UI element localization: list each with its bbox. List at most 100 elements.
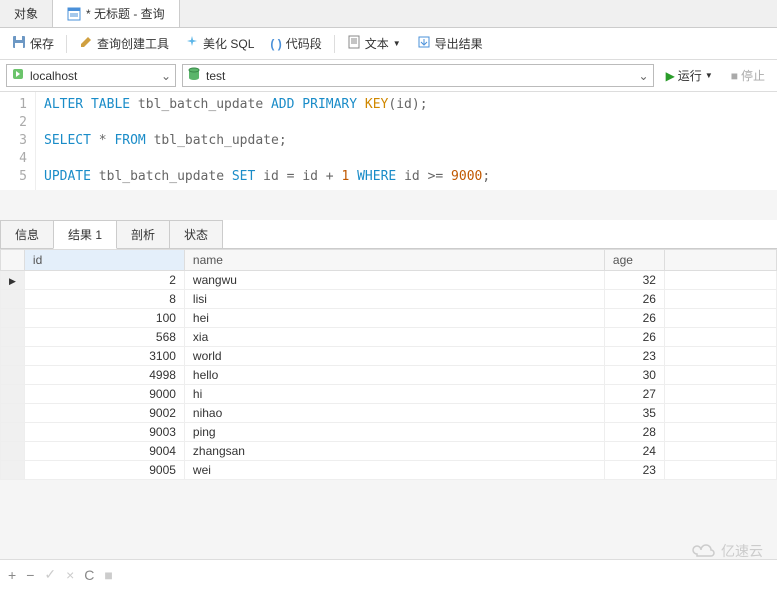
cell-name[interactable]: world [184,347,604,366]
cell-age[interactable]: 27 [604,385,664,404]
add-row-button[interactable]: + [8,567,16,583]
table-row[interactable]: 9000 hi 27 [1,385,777,404]
cell-age[interactable]: 26 [604,328,664,347]
stop-grid-button[interactable]: ■ [104,567,112,583]
cell-age[interactable]: 28 [604,423,664,442]
query-builder-button[interactable]: 查询创建工具 [73,32,175,55]
table-row[interactable]: 9005 wei 23 [1,461,777,480]
cell-id[interactable]: 568 [24,328,184,347]
table-row[interactable]: 2 wangwu 32 [1,271,777,290]
table-row[interactable]: 8 lisi 26 [1,290,777,309]
separator [334,35,335,53]
wrench-icon [79,35,93,52]
cell-age[interactable]: 32 [604,271,664,290]
cell-name[interactable]: wangwu [184,271,604,290]
table-row[interactable]: 9002 nihao 35 [1,404,777,423]
cell-id[interactable]: 9005 [24,461,184,480]
cell-spacer [664,347,776,366]
cell-name[interactable]: zhangsan [184,442,604,461]
cell-id[interactable]: 8 [24,290,184,309]
cell-name[interactable]: lisi [184,290,604,309]
tab-info[interactable]: 信息 [0,220,54,248]
save-button[interactable]: 保存 [6,32,60,55]
document-icon [347,35,361,52]
punct: ; [482,169,490,184]
ident: id [263,169,279,184]
cell-id[interactable]: 9002 [24,404,184,423]
tab-profile[interactable]: 剖析 [116,220,170,248]
cell-age[interactable]: 23 [604,347,664,366]
cell-id[interactable]: 9003 [24,423,184,442]
run-button[interactable]: ▶ 运行 ▼ [660,65,719,86]
cell-spacer [664,328,776,347]
cell-id[interactable]: 100 [24,309,184,328]
cell-age[interactable]: 23 [604,461,664,480]
cell-name[interactable]: hello [184,366,604,385]
ident: (id); [388,97,427,112]
query-builder-label: 查询创建工具 [97,35,169,52]
cell-name[interactable]: nihao [184,404,604,423]
watermark-text: 亿速云 [721,541,763,561]
cell-age[interactable]: 26 [604,290,664,309]
cell-spacer [664,290,776,309]
kw: FROM [114,133,145,148]
cell-id[interactable]: 4998 [24,366,184,385]
tab-query[interactable]: * 无标题 - 查询 [53,0,180,27]
chevron-down-icon: ▼ [393,39,401,48]
op: >= [428,169,444,184]
sql-editor[interactable]: 1 2 3 4 5 ALTER TABLE tbl_batch_update A… [0,92,777,190]
col-name[interactable]: name [184,250,604,271]
tab-result1[interactable]: 结果 1 [53,220,117,249]
cell-name[interactable]: wei [184,461,604,480]
refresh-button[interactable]: C [84,567,94,583]
num: 1 [341,169,349,184]
cell-id[interactable]: 9004 [24,442,184,461]
col-id[interactable]: id [24,250,184,271]
cell-name[interactable]: hi [184,385,604,404]
cell-spacer [664,366,776,385]
stop-button[interactable]: ■ 停止 [725,65,771,86]
query-tab-icon [67,7,81,21]
beautify-button[interactable]: 美化 SQL [179,32,260,55]
row-indicator [1,290,25,309]
col-age[interactable]: age [604,250,664,271]
cell-name[interactable]: ping [184,423,604,442]
top-tabs: 对象 * 无标题 - 查询 [0,0,777,28]
export-button[interactable]: 导出结果 [411,32,489,55]
stop-label: 停止 [741,67,765,84]
snippet-button[interactable]: ( ) 代码段 [264,32,327,55]
cell-age[interactable]: 26 [604,309,664,328]
cancel-edit-button[interactable]: × [66,567,74,583]
table-row[interactable]: 4998 hello 30 [1,366,777,385]
table-row[interactable]: 9003 ping 28 [1,423,777,442]
db-select[interactable]: test ⌄ [182,64,654,87]
cell-name[interactable]: hei [184,309,604,328]
table-row[interactable]: 9004 zhangsan 24 [1,442,777,461]
cell-age[interactable]: 30 [604,366,664,385]
result-area: 信息 结果 1 剖析 状态 id name age 2 wangwu 32 8 … [0,220,777,480]
cell-age[interactable]: 35 [604,404,664,423]
cell-spacer [664,442,776,461]
apply-button[interactable]: ✓ [44,566,56,583]
host-select[interactable]: localhost ⌄ [6,64,176,87]
cell-id[interactable]: 9000 [24,385,184,404]
cell-age[interactable]: 24 [604,442,664,461]
cell-name[interactable]: xia [184,328,604,347]
cell-id[interactable]: 3100 [24,347,184,366]
remove-row-button[interactable]: − [26,567,34,583]
result-grid[interactable]: id name age 2 wangwu 32 8 lisi 26 100 he… [0,249,777,480]
table-row[interactable]: 100 hei 26 [1,309,777,328]
tab-objects[interactable]: 对象 [0,0,53,27]
table-row[interactable]: 3100 world 23 [1,347,777,366]
tab-status[interactable]: 状态 [169,220,223,248]
table-row[interactable]: 568 xia 26 [1,328,777,347]
col-spacer [664,250,776,271]
save-icon [12,35,26,52]
ln: 2 [0,114,27,132]
run-label: 运行 [678,67,702,84]
code-area[interactable]: ALTER TABLE tbl_batch_update ADD PRIMARY… [36,92,498,190]
tab-result1-label: 结果 1 [68,228,102,242]
cell-id[interactable]: 2 [24,271,184,290]
text-button[interactable]: 文本 ▼ [341,32,407,55]
row-indicator [1,347,25,366]
